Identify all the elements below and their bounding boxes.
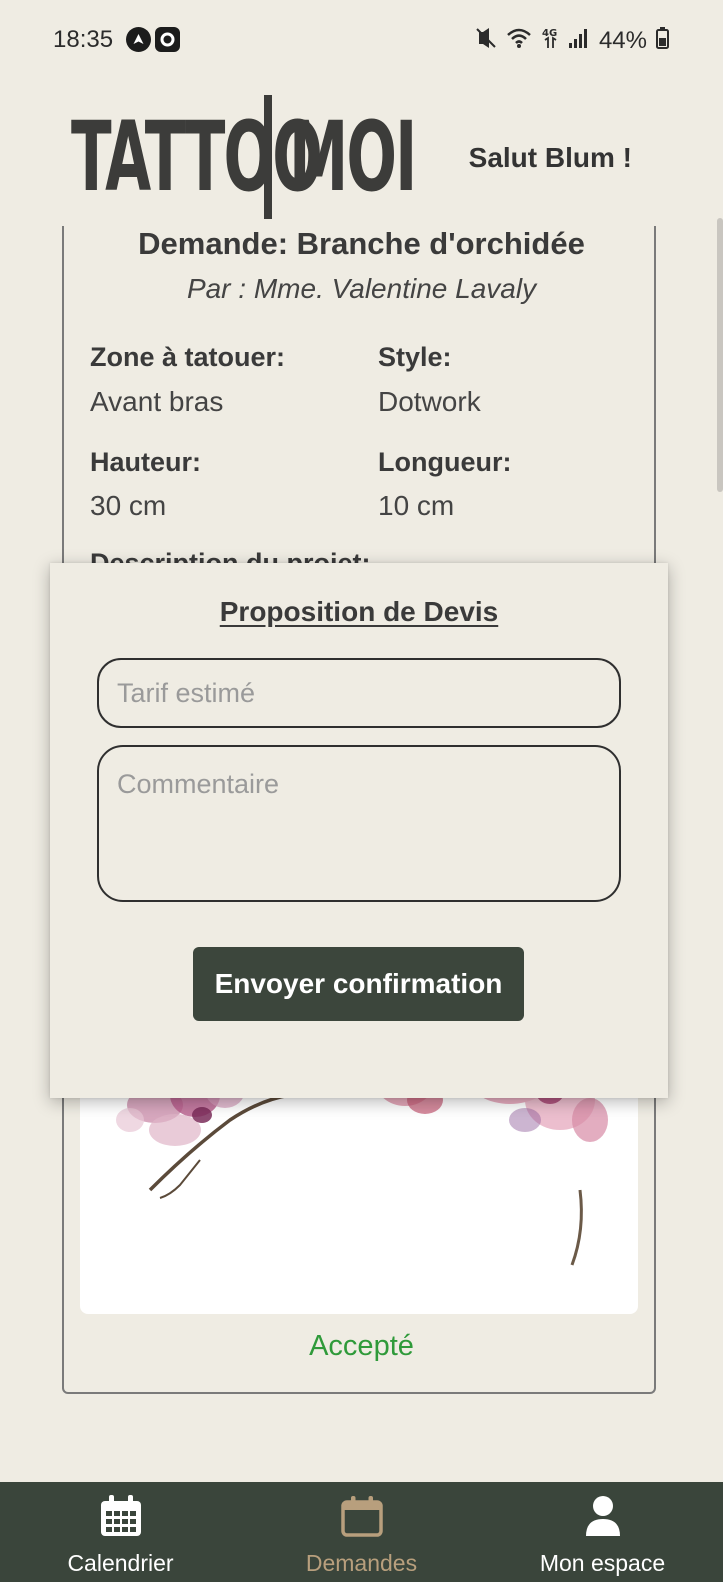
request-title: Demande: Branche d'orchidée	[138, 226, 585, 261]
nav-label-demandes: Demandes	[305, 1550, 418, 1576]
user-icon	[583, 1494, 623, 1543]
field-value-hauteur: 30 cm	[90, 490, 167, 521]
camera-app-icon	[155, 27, 180, 52]
status-system-icons: 4G 44%	[475, 26, 669, 56]
signal-strength-icon	[568, 27, 590, 55]
field-label-hauteur: Hauteur:	[90, 447, 202, 477]
navigation-app-icon	[126, 27, 151, 52]
battery-percent: 44%	[598, 27, 647, 54]
tarif-input[interactable]	[97, 658, 621, 728]
request-author: Par : Mme. Valentine Lavaly	[186, 273, 537, 304]
field-label-style: Style:	[378, 342, 452, 372]
logo-text-right: MOI	[289, 101, 417, 213]
svg-text:4G: 4G	[542, 28, 557, 39]
calendar-icon	[340, 1494, 384, 1543]
send-confirmation-button[interactable]: Envoyer confirmation	[193, 947, 524, 1021]
status-notification-icons	[126, 27, 180, 52]
screen: 18:35 4G 44% TATTOO MOI Salut Blum ! Dem…	[0, 0, 723, 1582]
status-bar: 18:35 4G 44%	[0, 0, 723, 80]
logo-text-left: TATTOO	[71, 101, 323, 213]
battery-icon	[656, 27, 669, 55]
logo-divider	[264, 95, 272, 219]
quote-modal: Proposition de Devis Envoyer confirmatio…	[50, 563, 668, 1098]
mobile-data-4g-icon: 4G	[541, 26, 559, 56]
modal-title: Proposition de Devis	[219, 596, 499, 627]
bottom-navigation: Calendrier Demandes Mon espace	[0, 1482, 723, 1582]
field-label-zone: Zone à tatouer:	[90, 342, 286, 372]
request-status: Accepté	[309, 1330, 414, 1362]
nav-item-demandes[interactable]: Demandes	[241, 1482, 482, 1582]
nav-label-calendrier: Calendrier	[67, 1550, 174, 1576]
tattoo-reference-image[interactable]	[80, 1060, 638, 1314]
comment-textarea[interactable]	[97, 745, 621, 902]
mute-vibrate-icon	[475, 27, 497, 55]
nav-item-calendrier[interactable]: Calendrier	[0, 1482, 241, 1582]
field-value-zone: Avant bras	[90, 386, 224, 417]
status-time: 18:35	[53, 26, 114, 53]
field-value-style: Dotwork	[378, 386, 481, 417]
field-value-longueur: 10 cm	[378, 490, 455, 521]
nav-item-mon-espace[interactable]: Mon espace	[482, 1482, 723, 1582]
calendar-grid-icon	[99, 1494, 143, 1543]
field-label-longueur: Longueur:	[378, 447, 512, 477]
greeting: Salut Blum !	[468, 142, 632, 173]
nav-label-mon-espace: Mon espace	[539, 1550, 666, 1576]
wifi-icon	[506, 27, 532, 55]
